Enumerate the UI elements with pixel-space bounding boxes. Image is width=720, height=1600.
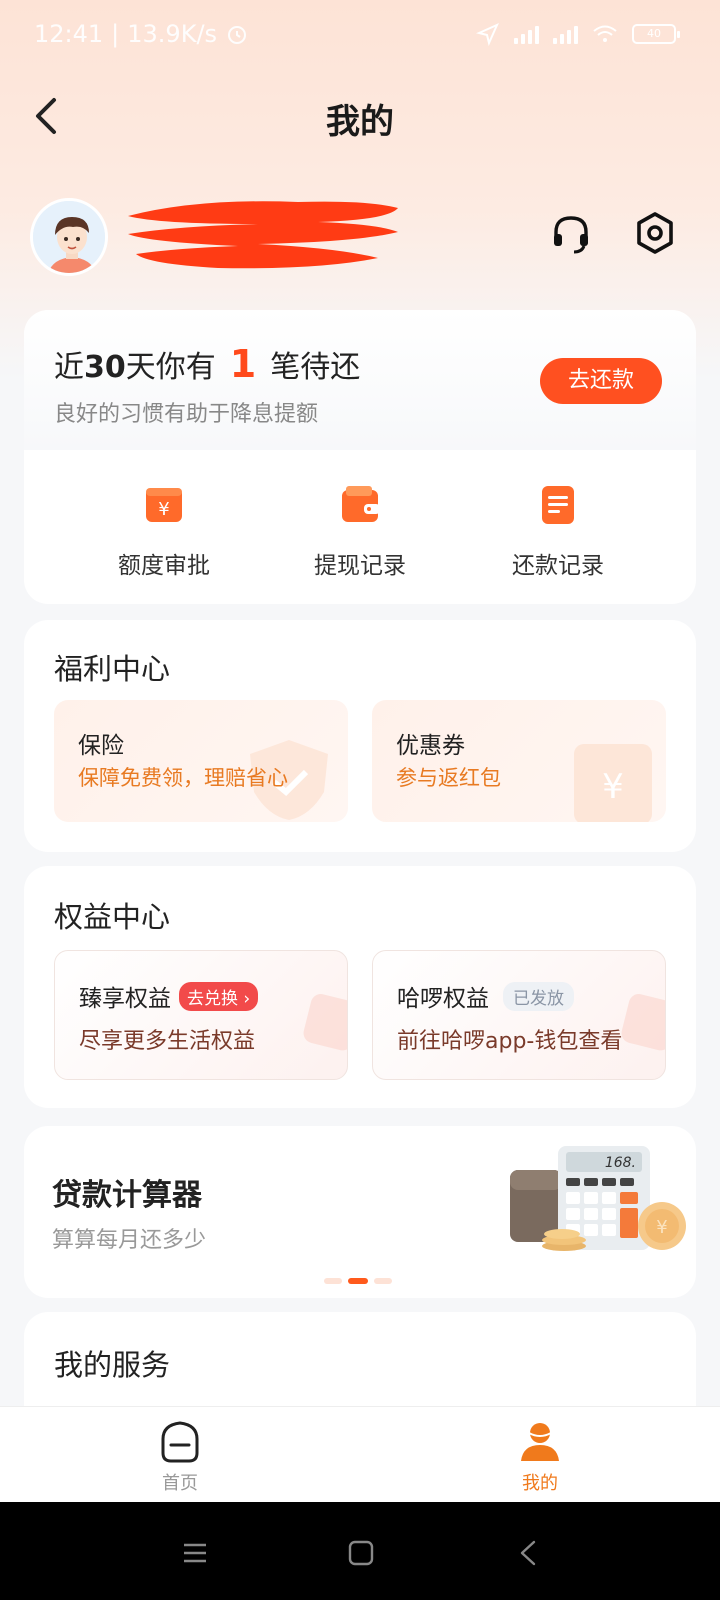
signal-icon-2 xyxy=(553,24,578,44)
rights-center-title: 权益中心 xyxy=(54,900,171,934)
wifi-icon xyxy=(593,25,617,42)
location-icon xyxy=(476,23,499,46)
hello-rights-title: 哈啰权益 xyxy=(397,986,489,1012)
back-triangle-icon xyxy=(520,1540,536,1566)
quota-approval-icon: ¥ xyxy=(142,482,186,526)
battery-icon: 40 xyxy=(632,24,680,44)
my-services-title: 我的服务 xyxy=(54,1348,171,1382)
insurance-title: 保险 xyxy=(78,733,124,759)
user-icon xyxy=(517,1419,563,1465)
status-speed: 13.9K/s xyxy=(127,20,218,48)
welfare-center-title: 福利中心 xyxy=(54,652,171,686)
quick-action-label: 额度审批 xyxy=(118,553,210,579)
quick-action-withdraw-record[interactable]: 提现记录 xyxy=(270,482,450,580)
page-title: 我的 xyxy=(326,102,394,142)
carousel-dot xyxy=(324,1278,342,1284)
profile-row xyxy=(28,196,692,278)
loan-calculator-banner[interactable]: 贷款计算器 算算每月还多少 168. ¥ xyxy=(24,1126,696,1298)
quick-action-label: 提现记录 xyxy=(314,553,406,579)
alarm-icon xyxy=(228,26,247,44)
status-left: 12:41 | 13.9K/s xyxy=(34,20,249,48)
hello-rights-subtitle: 前往哈啰app-钱包查看 xyxy=(397,1029,623,1054)
status-time: 12:41 xyxy=(34,20,104,48)
issued-badge: 已发放 xyxy=(503,981,574,1011)
svg-text:¥: ¥ xyxy=(602,767,624,807)
avatar-illustration xyxy=(33,201,105,273)
premium-rights-tile[interactable]: 臻享权益 去兑换 › 尽享更多生活权益 xyxy=(54,950,348,1080)
repay-record-icon xyxy=(536,482,580,526)
repay-title-days: 30 xyxy=(84,350,126,385)
withdraw-record-icon xyxy=(338,482,382,526)
tab-home-label: 首页 xyxy=(162,1473,198,1494)
rights-center-card: 权益中心 臻享权益 去兑换 › 尽享更多生活权益 哈啰权益 已发放 前往哈啰ap… xyxy=(24,866,696,1108)
avatar[interactable] xyxy=(30,198,108,276)
repayment-summary: 近 30 天你有 1 笔待还 良好的习惯有助于降息提额 去还款 xyxy=(24,310,696,450)
headset-icon xyxy=(554,216,588,254)
repayment-title: 近 30 天你有 1 笔待还 xyxy=(54,342,360,386)
repay-title-prefix: 近 xyxy=(54,350,84,385)
coupon-title: 优惠券 xyxy=(396,733,465,759)
insurance-tile[interactable]: 保险 保障免费领，理赔省心 xyxy=(54,700,348,822)
signal-icon xyxy=(514,24,539,44)
premium-rights-title-row: 臻享权益 去兑换 › xyxy=(79,979,259,1013)
tab-mine[interactable]: 我的 xyxy=(480,1419,600,1495)
gift-deco-icon xyxy=(303,994,347,1051)
calculator-title: 贷款计算器 xyxy=(52,1178,202,1213)
gift-deco-icon xyxy=(621,994,665,1051)
carousel-dot-active xyxy=(348,1278,368,1284)
square-icon xyxy=(348,1540,374,1566)
bottom-tab-bar: 首页 我的 xyxy=(0,1406,720,1502)
status-right: 40 xyxy=(476,22,680,46)
settings-button[interactable] xyxy=(632,210,678,256)
status-divider: | xyxy=(111,20,120,48)
home-nav-button[interactable] xyxy=(344,1536,378,1570)
quick-action-quota-approval[interactable]: ¥ 额度审批 xyxy=(74,482,254,580)
gear-icon xyxy=(637,212,673,254)
carousel-dot xyxy=(374,1278,392,1284)
menu-icon xyxy=(184,1543,206,1563)
calculator-illustration: 168. ¥ xyxy=(510,1146,686,1251)
repay-button[interactable]: 去还款 xyxy=(540,358,662,404)
coupon-icon: ¥ xyxy=(574,744,652,822)
carousel-dots xyxy=(324,1278,392,1284)
app-header: 我的 xyxy=(0,80,720,152)
repayment-subtitle: 良好的习惯有助于降息提额 xyxy=(54,402,319,427)
customer-service-button[interactable] xyxy=(548,210,594,256)
redaction-scribble xyxy=(128,201,398,269)
back-nav-button[interactable] xyxy=(512,1536,546,1570)
status-bar: 12:41 | 13.9K/s 40 xyxy=(0,0,720,70)
premium-rights-title: 臻享权益 xyxy=(79,986,171,1012)
tab-home[interactable]: 首页 xyxy=(120,1419,240,1495)
repay-count: 1 xyxy=(229,342,257,386)
repay-title-suffix: 笔待还 xyxy=(270,350,361,385)
home-icon xyxy=(157,1419,203,1465)
redeem-badge[interactable]: 去兑换 › xyxy=(179,981,259,1011)
tab-mine-label: 我的 xyxy=(522,1473,558,1494)
svg-text:¥: ¥ xyxy=(656,1217,667,1238)
calculator-subtitle: 算算每月还多少 xyxy=(52,1228,207,1253)
coupon-tile[interactable]: ¥ 优惠券 参与返红包 xyxy=(372,700,666,822)
repay-title-mid: 天你有 xyxy=(125,350,216,385)
system-nav-bar xyxy=(0,1502,720,1600)
repayment-card: 近 30 天你有 1 笔待还 良好的习惯有助于降息提额 去还款 ¥ 额度审批 提现记录 … xyxy=(24,310,696,604)
menu-button[interactable] xyxy=(178,1536,212,1570)
insurance-subtitle: 保障免费领，理赔省心 xyxy=(78,766,288,790)
hello-rights-title-row: 哈啰权益 已发放 xyxy=(397,979,574,1013)
welfare-center-card: 福利中心 保险 保障免费领，理赔省心 ¥ 优惠券 参与返红包 xyxy=(24,620,696,852)
calculator-display: 168. xyxy=(605,1155,636,1171)
hello-rights-tile[interactable]: 哈啰权益 已发放 前往哈啰app-钱包查看 xyxy=(372,950,666,1080)
coupon-subtitle: 参与返红包 xyxy=(396,766,501,790)
premium-rights-subtitle: 尽享更多生活权益 xyxy=(79,1029,256,1054)
svg-text:¥: ¥ xyxy=(158,499,169,520)
quick-action-label: 还款记录 xyxy=(512,553,604,579)
username-redacted xyxy=(118,198,408,276)
quick-action-repay-record[interactable]: 还款记录 xyxy=(468,482,648,580)
